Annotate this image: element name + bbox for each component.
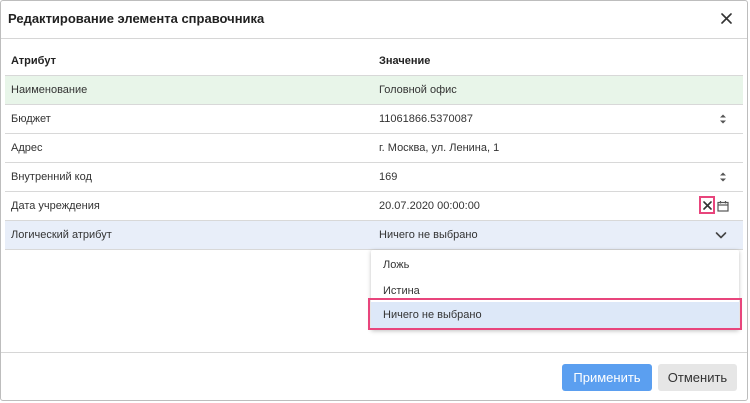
table-row-budget[interactable]: Бюджет 11061866.5370087 [5, 105, 743, 134]
spinner-icon[interactable] [719, 113, 727, 125]
footer-divider [1, 352, 747, 353]
table-row-name[interactable]: Наименование Головной офис [5, 76, 743, 105]
logical-attribute-select[interactable]: Ничего не выбрано [379, 221, 478, 249]
select-dropdown: Ложь Истина Ничего не выбрано [371, 250, 739, 330]
attribute-label: Адрес [11, 142, 43, 154]
close-icon [720, 12, 732, 24]
attribute-label: Внутренний код [11, 171, 92, 183]
budget-value[interactable]: 11061866.5370087 [379, 105, 473, 133]
internal-code-value[interactable]: 169 [379, 163, 397, 191]
apply-button[interactable]: Применить [562, 364, 652, 391]
dropdown-option-none[interactable]: Ничего не выбрано [371, 302, 739, 328]
attribute-label: Наименование [11, 84, 88, 96]
header-divider [1, 38, 747, 39]
table-row-founding-date[interactable]: Дата учреждения 20.07.2020 00:00:00 [5, 192, 743, 221]
option-label: Ничего не выбрано [383, 309, 482, 321]
table-row-internal-code[interactable]: Внутренний код 169 [5, 163, 743, 192]
table-row-logical-attribute[interactable]: Логический атрибут Ничего не выбрано [5, 221, 743, 250]
attribute-label: Дата учреждения [11, 200, 100, 212]
spinner-icon[interactable] [719, 171, 727, 183]
name-value[interactable]: Головной офис [379, 76, 457, 104]
table-header: Атрибут Значение [5, 47, 743, 76]
dropdown-option-true[interactable]: Истина [371, 278, 739, 304]
close-button[interactable] [717, 8, 735, 28]
dropdown-option-false[interactable]: Ложь [371, 252, 739, 278]
attribute-label: Логический атрибут [11, 229, 112, 241]
option-label: Ложь [383, 259, 410, 271]
edit-dialog: Редактирование элемента справочника Атри… [0, 0, 748, 401]
column-header-value: Значение [379, 55, 431, 67]
founding-date-value[interactable]: 20.07.2020 00:00:00 [379, 192, 480, 220]
chevron-down-icon[interactable] [715, 230, 727, 240]
cancel-button[interactable]: Отменить [658, 364, 737, 391]
clear-icon [702, 200, 712, 210]
clear-date-button[interactable] [699, 196, 715, 214]
option-label: Истина [383, 285, 420, 297]
table-row-address[interactable]: Адрес г. Москва, ул. Ленина, 1 [5, 134, 743, 163]
dialog-title: Редактирование элемента справочника [8, 11, 265, 26]
calendar-icon[interactable] [717, 200, 729, 212]
attribute-label: Бюджет [11, 113, 51, 125]
column-header-attribute: Атрибут [11, 55, 56, 67]
attributes-table: Атрибут Значение Наименование Головной о… [5, 47, 743, 250]
address-value[interactable]: г. Москва, ул. Ленина, 1 [379, 134, 499, 162]
